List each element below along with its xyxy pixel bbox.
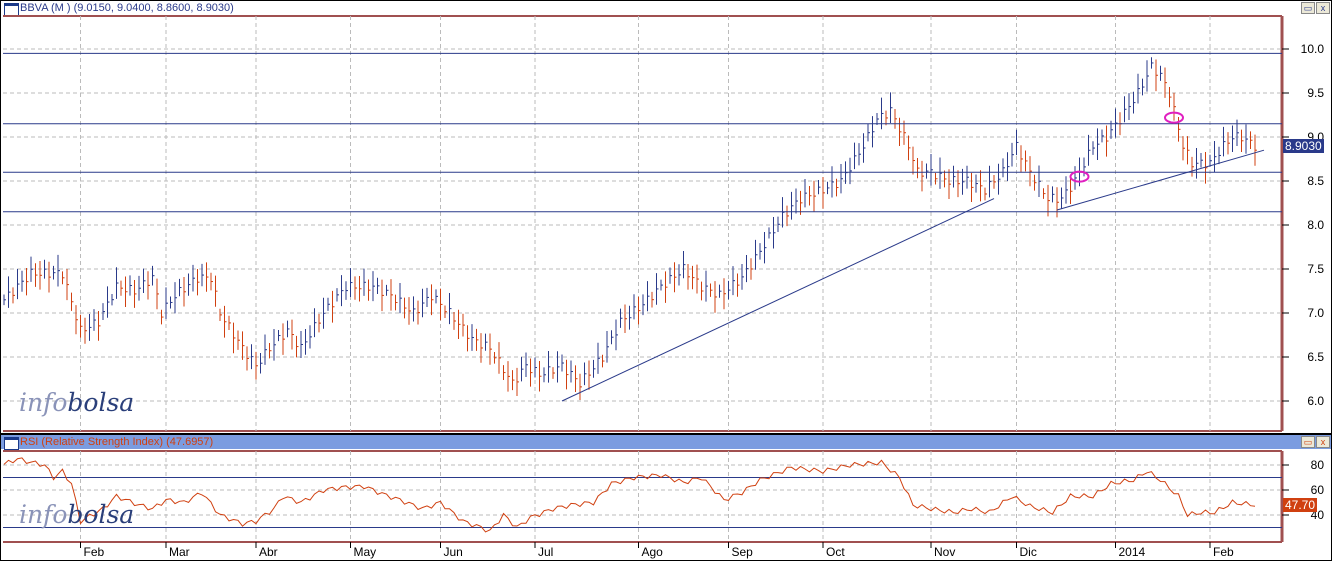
y-tick-label: 7.0 [1307,306,1324,320]
y-tick-label: 8.0 [1307,218,1324,232]
x-tick-label: May [354,545,377,559]
y-tick-label: 60 [1311,483,1325,497]
infobolsa-logo: infobolsa [19,388,135,417]
x-tick-label: 2014 [1119,545,1146,559]
y-tick-label: 7.5 [1307,262,1324,276]
rsi-panel: RSI (Relative Strength Index) (47.6957) … [0,434,1332,561]
x-tick-label: Oct [826,545,845,559]
x-tick-label: Dic [1020,545,1037,559]
x-tick-label: Nov [934,545,955,559]
rsi-chart: 406080Feb Mar Abr May Jun Jul Ago Sep Oct Nov Dic 2… [3,450,1325,559]
x-tick-label: Abr [259,545,278,559]
infobolsa-logo: infobolsa [19,500,135,529]
y-tick-label: 6.0 [1307,394,1324,408]
price-chart: 6.06.57.07.58.08.59.09.510.0 [3,15,1325,432]
x-tick-label: Feb [84,545,105,559]
x-tick-label: Sep [732,545,754,559]
x-tick-label: Jun [444,545,463,559]
x-tick-label: Jul [538,545,553,559]
x-tick-label: Mar [169,545,190,559]
rsi-line [3,457,1256,533]
y-tick-label: 10.0 [1301,42,1325,56]
last-rsi-tag: 47.70 [1283,498,1318,513]
y-tick-label: 8.5 [1307,174,1324,188]
price-panel: BBVA (M ) (9.0150, 9.0400, 8.8600, 8.903… [0,0,1332,434]
y-tick-label: 80 [1311,458,1325,472]
y-tick-label: 6.5 [1307,350,1324,364]
last-price-tag: 8.9030 [1283,138,1324,153]
x-tick-label: Feb [1213,545,1234,559]
y-tick-label: 9.5 [1307,86,1324,100]
x-tick-label: Ago [642,545,664,559]
